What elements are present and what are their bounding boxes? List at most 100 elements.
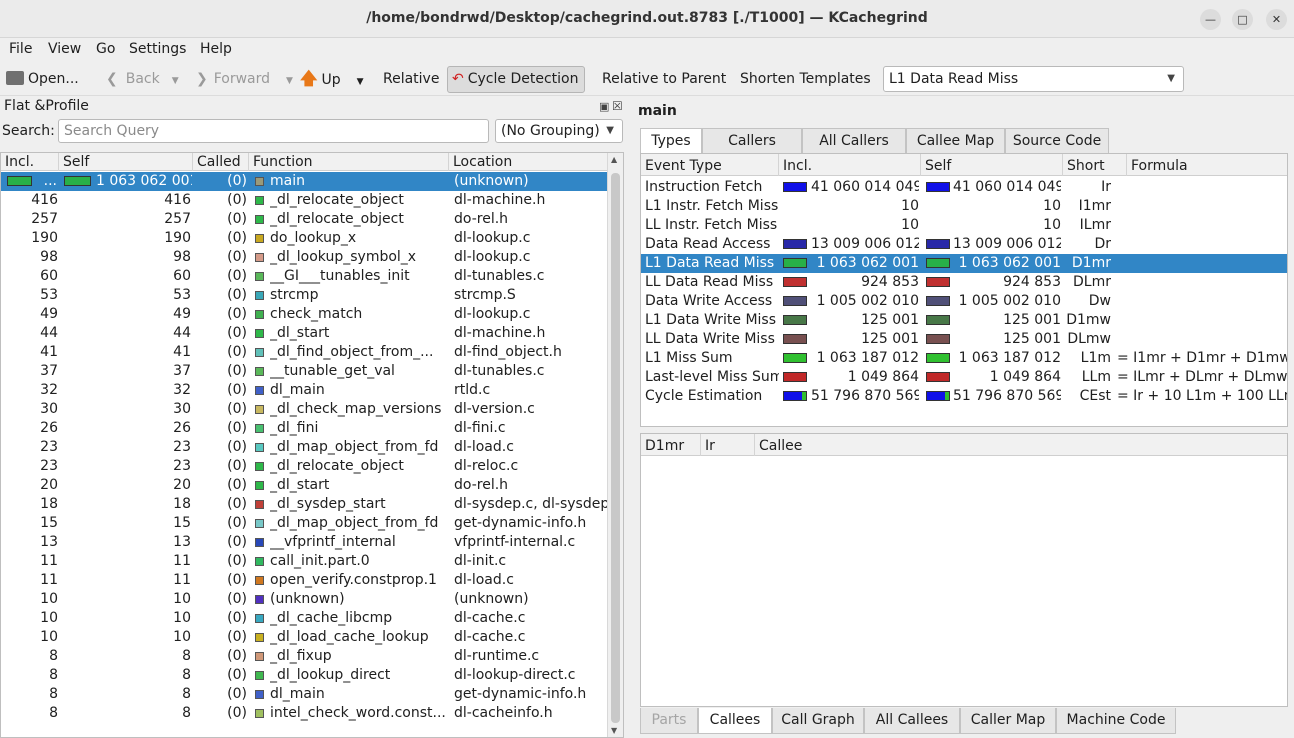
table-row[interactable]: 15 15 (0) _dl_map_object_from_fd get-dynamic… (1, 514, 607, 533)
function-name: _dl_relocate_object (270, 458, 404, 474)
function-name: _dl_cache_libcmp (270, 610, 393, 626)
table-row[interactable]: 10 10 (0) _dl_cache_libcmp dl-cache.c (1, 609, 607, 628)
tab-callees[interactable]: Callees (698, 708, 772, 734)
event-row[interactable]: Cycle Estimation 51 796 870 569 51 796 870… (641, 387, 1287, 406)
event-row[interactable]: L1 Data Read Miss 1 063 062 001 1 063 062 … (641, 254, 1287, 273)
menu-file[interactable]: File (9, 41, 32, 57)
table-row[interactable]: 11 11 (0) call_init.part.0 dl-init.c (1, 552, 607, 571)
cycle-detection-button[interactable]: ↶ Cycle Detection (447, 66, 586, 93)
event-row[interactable]: Last-level Miss Sum 1 049 864 1 049 864 LLm… (641, 368, 1287, 387)
tab-parts[interactable]: Parts (640, 708, 698, 734)
col-formula[interactable]: Formula (1127, 154, 1287, 176)
table-row[interactable]: 49 49 (0) check_match dl-lookup.c (1, 305, 607, 324)
menu-settings[interactable]: Settings (129, 41, 186, 57)
scroll-up-icon[interactable]: ▲ (611, 155, 617, 164)
tab-call-graph[interactable]: Call Graph (772, 708, 864, 734)
table-row[interactable]: 23 23 (0) _dl_map_object_from_fd dl-load.c (1, 438, 607, 457)
event-row[interactable]: Data Read Access 13 009 006 012 13 009 006… (641, 235, 1287, 254)
col-self[interactable]: Self (59, 153, 193, 171)
table-row[interactable]: 30 30 (0) _dl_check_map_versions dl-version.… (1, 400, 607, 419)
table-row[interactable]: 8 8 (0) dl_main get-dynamic-info.h (1, 685, 607, 704)
scroll-down-icon[interactable]: ▼ (611, 726, 617, 735)
col-location[interactable]: Location (449, 153, 609, 171)
up-button[interactable]: 🡅 Up ▼ (300, 67, 364, 92)
col-callee[interactable]: Callee (755, 434, 1287, 456)
tab-caller-map[interactable]: Caller Map (960, 708, 1056, 734)
col-incl[interactable]: Incl. (1, 153, 59, 171)
col-called[interactable]: Called (193, 153, 249, 171)
tab-all-callers[interactable]: All Callers (802, 128, 906, 154)
table-row[interactable]: 190 190 (0) do_lookup_x dl-lookup.c (1, 229, 607, 248)
event-row[interactable]: Data Write Access 1 005 002 010 1 005 002 … (641, 292, 1287, 311)
table-row[interactable]: 98 98 (0) _dl_lookup_symbol_x dl-lookup.c (1, 248, 607, 267)
location-value: get-dynamic-info.h (454, 515, 587, 531)
tab-all-callees[interactable]: All Callees (864, 708, 960, 734)
tab-callee-map[interactable]: Callee Map (906, 128, 1005, 154)
table-row[interactable]: ... 1 063 062 001 (0) main (unknown) (1, 172, 607, 191)
table-row[interactable]: 10 10 (0) (unknown) (unknown) (1, 590, 607, 609)
incl-value: 10 (40, 591, 58, 607)
relative-to-parent-button[interactable]: Relative to Parent (602, 67, 726, 92)
grouping-select[interactable]: (No Grouping) ▼ (495, 119, 623, 143)
table-row[interactable]: 20 20 (0) _dl_start do-rel.h (1, 476, 607, 495)
title-bar: /home/bondrwd/Desktop/cachegrind.out.878… (0, 0, 1294, 38)
tab-callers[interactable]: Callers (702, 128, 802, 154)
close-icon[interactable]: ✕ (1266, 9, 1287, 30)
col-incl[interactable]: Incl. (779, 154, 921, 176)
table-row[interactable]: 18 18 (0) _dl_sysdep_start dl-sysdep.c, dl-s… (1, 495, 609, 514)
tab-source-code[interactable]: Source Code (1005, 128, 1109, 154)
table-row[interactable]: 60 60 (0) __GI___tunables_init dl-tunables.c (1, 267, 607, 286)
event-name: L1 Data Write Miss (645, 312, 777, 328)
table-row[interactable]: 8 8 (0) _dl_lookup_direct dl-lookup-direct.c (1, 666, 607, 685)
col-d1mr[interactable]: D1mr (641, 434, 701, 456)
table-row[interactable]: 32 32 (0) dl_main rtld.c (1, 381, 607, 400)
col-short[interactable]: Short (1063, 154, 1127, 176)
minimize-icon[interactable]: — (1200, 9, 1221, 30)
table-row[interactable]: 41 41 (0) _dl_find_object_from_... dl-find_o… (1, 343, 607, 362)
table-row[interactable]: 53 53 (0) strcmp strcmp.S (1, 286, 607, 305)
table-row[interactable]: 8 8 (0) _dl_fixup dl-runtime.c (1, 647, 607, 666)
forward-button[interactable]: ❯ Forward ▼ (196, 67, 293, 92)
table-row[interactable]: 10 10 (0) _dl_load_cache_lookup dl-cache.c (1, 628, 607, 647)
table-row[interactable]: 416 416 (0) _dl_relocate_object dl-machine.h (1, 191, 607, 210)
scroll-thumb[interactable] (611, 173, 620, 723)
event-row[interactable]: L1 Instr. Fetch Miss 10 10 I1mr (641, 197, 1287, 216)
search-input[interactable]: Search Query (58, 119, 489, 143)
location-value: dl-machine.h (454, 325, 546, 341)
shorten-templates-button[interactable]: Shorten Templates (740, 67, 871, 92)
relative-button[interactable]: Relative (383, 67, 439, 92)
event-row[interactable]: LL Instr. Fetch Miss 10 10 ILmr (641, 216, 1287, 235)
event-row[interactable]: Instruction Fetch 41 060 014 049 41 060 01… (641, 178, 1287, 197)
col-self[interactable]: Self (921, 154, 1063, 176)
menu-go[interactable]: Go (96, 41, 115, 57)
float-icon[interactable]: ▣ (599, 100, 609, 113)
table-row[interactable]: 257 257 (0) _dl_relocate_object do-rel.h (1, 210, 607, 229)
menu-view[interactable]: View (48, 41, 81, 57)
tab-machine-code[interactable]: Machine Code (1056, 708, 1176, 734)
table-row[interactable]: 11 11 (0) open_verify.constprop.1 dl-load.c (1, 571, 607, 590)
location-value: do-rel.h (454, 211, 509, 227)
maximize-icon[interactable]: □ (1232, 9, 1253, 30)
col-function[interactable]: Function (249, 153, 449, 171)
event-name: L1 Data Read Miss (645, 255, 775, 271)
menu-help[interactable]: Help (200, 41, 232, 57)
table-row[interactable]: 23 23 (0) _dl_relocate_object dl-reloc.c (1, 457, 607, 476)
table-row[interactable]: 8 8 (0) intel_check_word.const... dl-cachein… (1, 704, 607, 723)
col-event-type[interactable]: Event Type (641, 154, 779, 176)
close-panel-icon[interactable]: ☒ (612, 99, 623, 113)
table-row[interactable]: 26 26 (0) _dl_fini dl-fini.c (1, 419, 607, 438)
tab-types[interactable]: Types (640, 128, 702, 156)
table-row[interactable]: 37 37 (0) __tunable_get_val dl-tunables.c (1, 362, 607, 381)
event-row[interactable]: L1 Miss Sum 1 063 187 012 1 063 187 012 L1m… (641, 349, 1287, 368)
table-row[interactable]: 44 44 (0) _dl_start dl-machine.h (1, 324, 607, 343)
function-color-swatch (255, 310, 264, 319)
table-row[interactable]: 13 13 (0) __vfprintf_internal vfprintf-inter… (1, 533, 607, 552)
event-row[interactable]: LL Data Read Miss 924 853 924 853 DLmr (641, 273, 1287, 292)
event-type-select[interactable]: L1 Data Read Miss ▼ (883, 66, 1184, 92)
back-button[interactable]: ❮ Back ▼ (106, 67, 179, 92)
event-row[interactable]: L1 Data Write Miss 125 001 125 001 D1mw (641, 311, 1287, 330)
scrollbar[interactable]: ▲ ▼ (607, 153, 623, 737)
col-ir[interactable]: Ir (701, 434, 755, 456)
event-row[interactable]: LL Data Write Miss 125 001 125 001 DLmw (641, 330, 1287, 349)
open-button[interactable]: Open... (6, 67, 79, 92)
